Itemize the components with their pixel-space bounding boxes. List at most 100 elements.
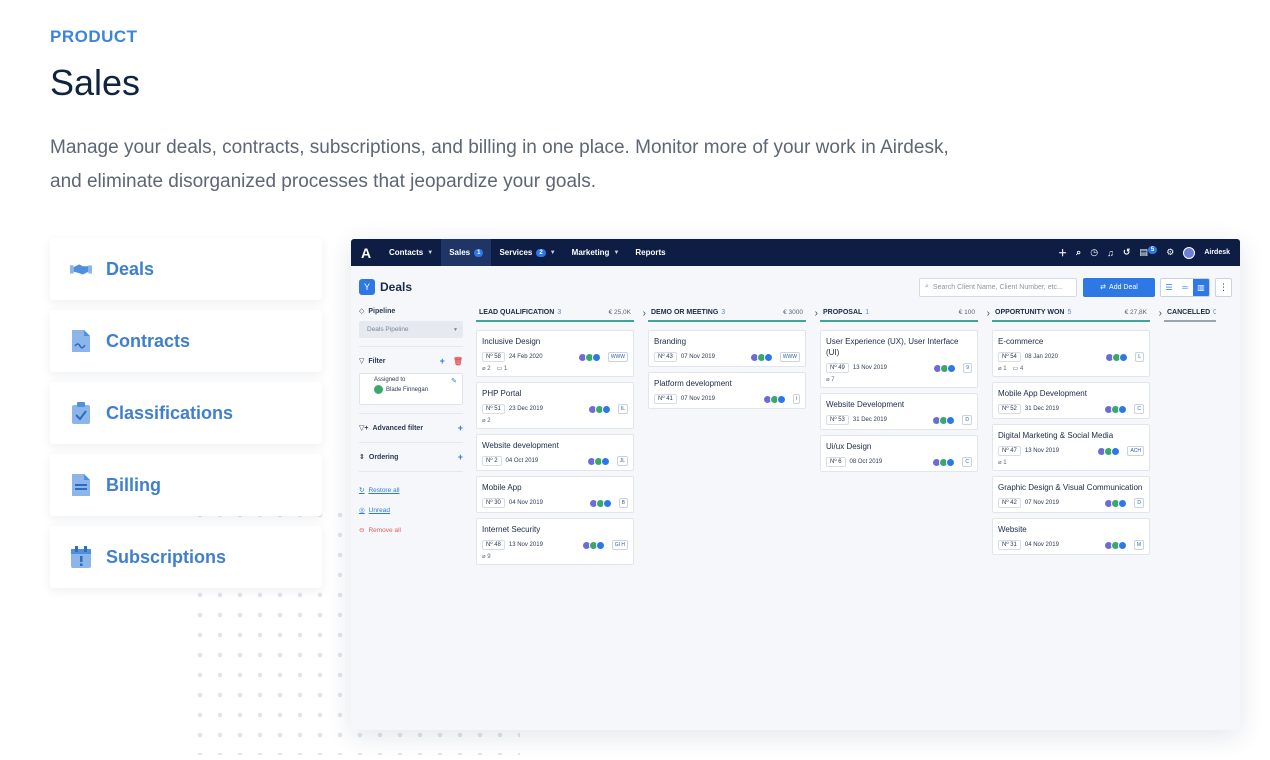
deal-card[interactable]: Mobile AppNº 3004 Nov 2019B — [476, 476, 634, 513]
deal-card[interactable]: BrandingNº 4307 Nov 2019WWW — [648, 330, 806, 367]
assignee-avatars[interactable] — [1106, 499, 1127, 508]
deal-card[interactable]: Mobile App DevelopmentNº 5231 Dec 2019C — [992, 382, 1150, 419]
trash-icon[interactable]: 🗑 — [453, 357, 463, 366]
client-tag[interactable]: B — [619, 498, 628, 508]
deal-card[interactable]: E-commerceNº 5408 Jan 2020L⌀ 1▭ 4 — [992, 330, 1150, 377]
assignee-avatars[interactable] — [765, 395, 786, 404]
app-logo[interactable]: A — [351, 239, 381, 266]
client-tag[interactable]: D — [962, 415, 972, 425]
card-meta: ⌀ 1▭ 4 — [998, 365, 1144, 372]
divider — [359, 346, 463, 347]
feature-tab-classifications[interactable]: Classifications — [50, 382, 322, 444]
search-placeholder: Search Client Name, Client Number, etc..… — [933, 284, 1063, 291]
add-filter-icon[interactable]: + — [440, 356, 445, 366]
remove-all-link[interactable]: ⊖Remove all — [359, 520, 463, 540]
client-tag[interactable]: WWW — [780, 352, 800, 362]
pipeline-icon: ◇ — [359, 307, 364, 315]
client-tag[interactable]: M — [1134, 540, 1144, 550]
assignee-avatars[interactable] — [580, 353, 601, 362]
card-row: Nº 4107 Nov 2019I — [654, 394, 800, 404]
deal-card[interactable]: Platform developmentNº 4107 Nov 2019I — [648, 372, 806, 409]
deal-card[interactable]: Website DevelopmentNº 5331 Dec 2019D — [820, 393, 978, 430]
topnav-contacts[interactable]: Contacts▼ — [381, 239, 441, 266]
deal-card[interactable]: WebsiteNº 3104 Nov 2019M — [992, 518, 1150, 555]
column-header[interactable]: CANCELLED0 — [1164, 305, 1216, 322]
topnav-reports[interactable]: Reports — [627, 239, 673, 266]
deal-card[interactable]: Inclusive DesignNº 5824 Feb 2020WWW⌀ 2▭ … — [476, 330, 634, 377]
plus-icon[interactable]: + — [458, 452, 463, 462]
column-header[interactable]: LEAD QUALIFICATION3€ 25,0K — [476, 305, 634, 322]
deal-card[interactable]: Ui/ux DesignNº 608 Oct 2019C — [820, 435, 978, 472]
card-row: Nº 5331 Dec 2019D — [826, 415, 972, 425]
ordering[interactable]: ⇕Ordering+ — [359, 451, 463, 463]
timer-icon[interactable]: ◷ — [1090, 247, 1098, 258]
assignee-avatars[interactable] — [591, 499, 612, 508]
deal-card[interactable]: Graphic Design & Visual CommunicationNº … — [992, 476, 1150, 513]
client-tag[interactable]: ACH — [1127, 446, 1144, 456]
restore-all-link[interactable]: ↻Restore all — [359, 480, 463, 500]
filter-sidebar: ◇Pipeline Deals Pipeline▼ ▽Filter+🗑 Assi… — [359, 305, 463, 540]
client-tag[interactable]: C — [1134, 404, 1144, 414]
assignee-avatars[interactable] — [584, 541, 605, 550]
assignee-avatars[interactable] — [934, 416, 955, 425]
assignee-avatars[interactable] — [589, 457, 610, 466]
deal-number: Nº 2 — [482, 456, 502, 466]
assignee-avatars[interactable] — [1106, 541, 1127, 550]
client-tag[interactable]: JL — [617, 456, 628, 466]
client-tag[interactable]: D — [1134, 498, 1144, 508]
avatar[interactable] — [1183, 247, 1195, 259]
inbox-icon[interactable]: ▤5 — [1139, 247, 1157, 258]
add-deal-button[interactable]: ⇄Add Deal — [1083, 278, 1155, 297]
assignee-avatars[interactable] — [1106, 405, 1127, 414]
feature-tab-subscriptions[interactable]: Subscriptions — [50, 526, 322, 588]
deal-card[interactable]: User Experience (UX), User Interface (UI… — [820, 330, 978, 388]
column-header[interactable]: OPPORTUNITY WON5€ 27,8K — [992, 305, 1150, 322]
pipeline-select[interactable]: Deals Pipeline▼ — [359, 321, 463, 338]
deal-name: Branding — [654, 336, 800, 347]
assignee-avatars[interactable] — [1099, 447, 1120, 456]
topnav-sales[interactable]: Sales1 — [441, 239, 491, 266]
feature-tab-contracts[interactable]: Contracts — [50, 310, 322, 372]
assignee-avatars[interactable] — [935, 364, 956, 373]
topnav-services[interactable]: Services2▼ — [491, 239, 563, 266]
more-options-icon[interactable]: ⋮ — [1215, 278, 1232, 297]
unread-link[interactable]: ◎Unread — [359, 500, 463, 520]
plus-icon[interactable]: ＋ — [1058, 246, 1067, 259]
column-header[interactable]: PROPOSAL1€ 100 — [820, 305, 978, 322]
deal-card[interactable]: Internet SecurityNº 4813 Nov 2019GI H⌀ 9 — [476, 518, 634, 565]
edit-icon[interactable]: ✎ — [451, 377, 457, 385]
client-tag[interactable]: WWW — [608, 352, 628, 362]
assignee-avatars[interactable] — [752, 353, 773, 362]
search-icon[interactable]: ⌕ — [1076, 247, 1081, 258]
feature-tab-billing[interactable]: Billing — [50, 454, 322, 516]
column-header[interactable]: DEMO OR MEETING3€ 3000 — [648, 305, 806, 322]
assigned-filter[interactable]: Assigned to Blade Finnegan ✎ — [359, 373, 463, 405]
history-icon[interactable]: ↺ — [1123, 247, 1131, 258]
client-tag[interactable]: C — [962, 457, 972, 467]
plus-icon[interactable]: + — [458, 423, 463, 433]
client-tag[interactable]: IL — [618, 404, 628, 414]
attachment-count: ⌀ 7 — [826, 376, 835, 383]
advanced-filter[interactable]: ▽+Advanced filter+ — [359, 422, 463, 434]
assignee-avatars[interactable] — [934, 458, 955, 467]
search-input[interactable]: ⌕Search Client Name, Client Number, etc.… — [919, 278, 1077, 297]
gear-icon[interactable]: ⚙ — [1166, 247, 1174, 258]
client-tag[interactable]: I — [793, 394, 800, 404]
feature-tab-deals[interactable]: Deals — [50, 238, 322, 300]
deal-card[interactable]: Digital Marketing & Social MediaNº 4713 … — [992, 424, 1150, 471]
bell-icon[interactable]: ♫ — [1107, 248, 1114, 258]
board-view-icon[interactable]: ▥ — [1193, 279, 1209, 296]
deal-card[interactable]: Website developmentNº 204 Oct 2019JL — [476, 434, 634, 471]
compact-view-icon[interactable]: ═ — [1177, 279, 1193, 296]
topnav-label: Sales — [449, 248, 470, 257]
user-name[interactable]: Airdesk — [1204, 249, 1230, 256]
funnel-icon[interactable]: Y — [359, 279, 375, 295]
list-view-icon[interactable]: ☰ — [1161, 279, 1177, 296]
client-tag[interactable]: 9 — [963, 363, 972, 373]
client-tag[interactable]: L — [1135, 352, 1144, 362]
client-tag[interactable]: GI H — [612, 540, 628, 550]
deal-card[interactable]: PHP PortalNº 5123 Dec 2019IL⌀ 2 — [476, 382, 634, 429]
assignee-avatars[interactable] — [1107, 353, 1128, 362]
topnav-marketing[interactable]: Marketing▼ — [564, 239, 628, 266]
assignee-avatars[interactable] — [590, 405, 611, 414]
